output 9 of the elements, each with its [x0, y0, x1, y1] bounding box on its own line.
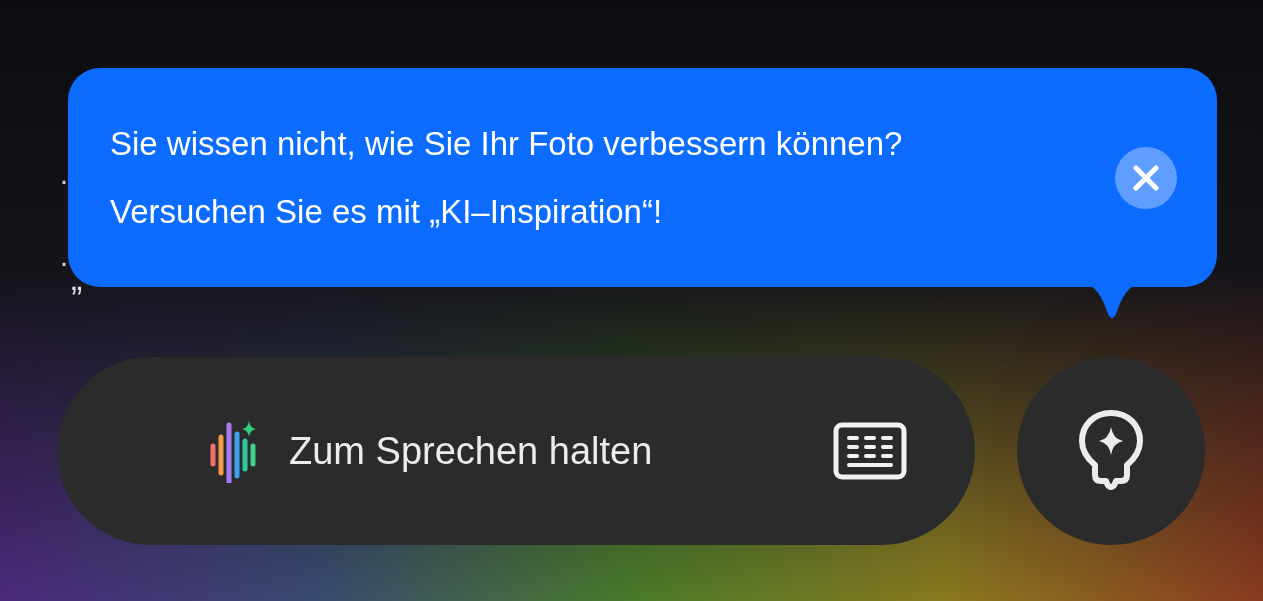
bullet-marker: ·	[59, 165, 69, 195]
close-icon	[1133, 164, 1159, 191]
tip-message: Sie wissen nicht, wie Sie Ihr Foto verbessern können? Versuchen Sie es mit „KI–Inspiration“!	[110, 123, 904, 232]
keyboard-icon[interactable]	[833, 422, 907, 480]
bullet-marker: ·	[59, 247, 69, 277]
lightbulb-sparkle-icon	[1078, 409, 1144, 493]
quote-mark: „	[71, 261, 83, 295]
voice-input-bar[interactable]: Zum Sprechen halten	[57, 357, 975, 545]
hold-to-talk-label: Zum Sprechen halten	[289, 428, 653, 474]
